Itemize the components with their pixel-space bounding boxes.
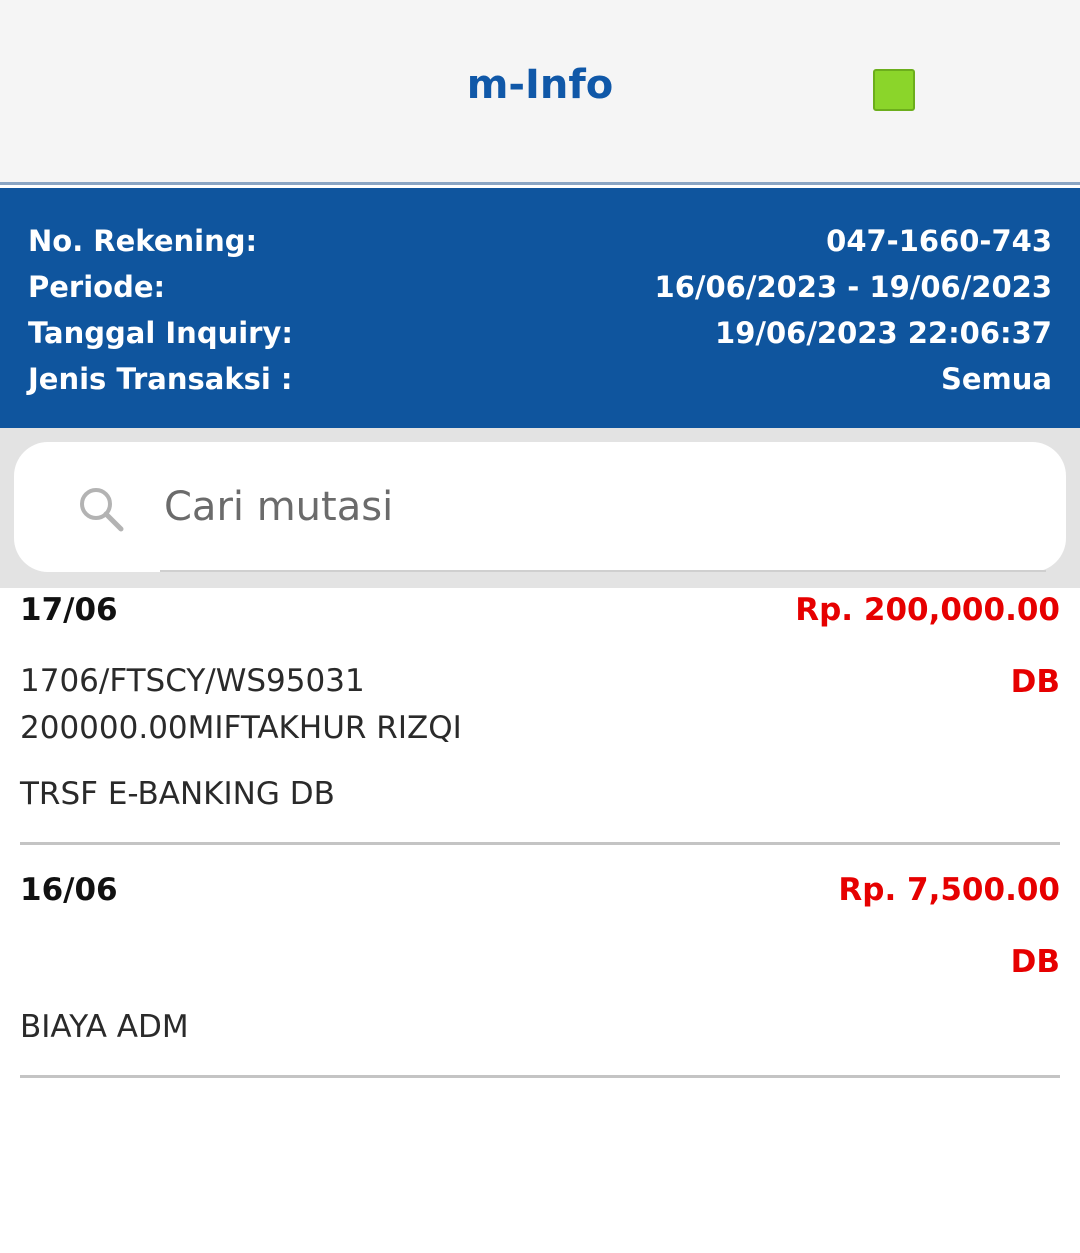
transaction-amount: Rp. 7,500.00 — [838, 872, 1060, 908]
status-square-icon[interactable] — [873, 69, 915, 111]
transaction-type: BIAYA ADM — [20, 1009, 189, 1045]
search-input[interactable] — [164, 472, 1044, 542]
search-box[interactable] — [14, 442, 1066, 572]
transaction-date: 17/06 — [20, 592, 118, 628]
account-number-row: No. Rekening: 047-1660-743 — [28, 224, 1052, 270]
transaction-item[interactable]: 17/06 Rp. 200,000.00 DB 1706/FTSCY/WS950… — [20, 592, 1060, 842]
search-underline — [160, 570, 1046, 572]
period-label: Periode: — [28, 270, 166, 304]
transaction-debit-credit: DB — [1010, 664, 1060, 700]
transaction-debit-credit: DB — [1010, 944, 1060, 980]
search-icon — [80, 488, 124, 532]
transaction-divider — [20, 1075, 1060, 1078]
inquiry-date-row: Tanggal Inquiry: 19/06/2023 22:06:37 — [28, 316, 1052, 362]
search-area — [0, 428, 1080, 588]
account-number-label: No. Rekening: — [28, 224, 258, 258]
transaction-type: TRSF E-BANKING DB — [20, 776, 335, 812]
transaction-date: 16/06 — [20, 872, 118, 908]
transaction-type-label: Jenis Transaksi : — [28, 362, 293, 396]
account-info-panel: No. Rekening: 047-1660-743 Periode: 16/0… — [0, 188, 1080, 428]
inquiry-date-label: Tanggal Inquiry: — [28, 316, 293, 350]
app-title: m-Info — [466, 62, 614, 108]
period-row: Periode: 16/06/2023 - 19/06/2023 — [28, 270, 1052, 316]
transaction-amount: Rp. 200,000.00 — [795, 592, 1060, 628]
top-bar: m-Info — [0, 0, 1080, 185]
period-value: 16/06/2023 - 19/06/2023 — [654, 270, 1052, 304]
transaction-description: 1706/FTSCY/WS95031 200000.00MIFTAKHUR RI… — [20, 663, 462, 746]
transaction-divider — [20, 842, 1060, 845]
transaction-type-row: Jenis Transaksi : Semua — [28, 362, 1052, 408]
account-number-value: 047-1660-743 — [826, 224, 1052, 258]
inquiry-date-value: 19/06/2023 22:06:37 — [715, 316, 1052, 350]
transaction-type-value: Semua — [941, 362, 1052, 396]
transaction-item[interactable]: 16/06 Rp. 7,500.00 DB BIAYA ADM — [20, 872, 1060, 1072]
